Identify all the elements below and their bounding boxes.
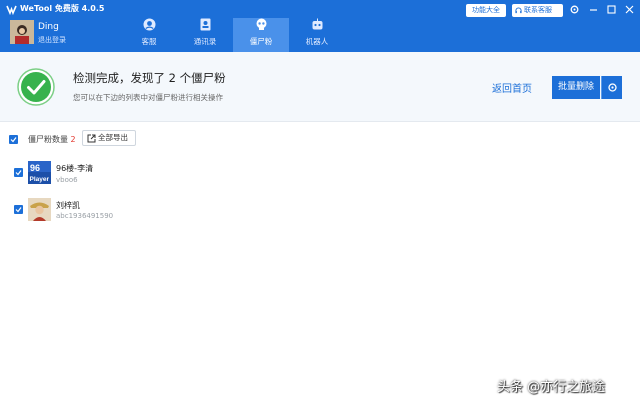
logout-link[interactable]: 退出登录 xyxy=(38,35,66,45)
zombie-count-label: 僵尸粉数量 2 xyxy=(28,134,76,145)
settings-gear-icon xyxy=(608,83,617,92)
features-button[interactable]: 功能大全 xyxy=(466,4,506,17)
contact-service-label: 联系客服 xyxy=(524,6,552,14)
row-checkbox[interactable] xyxy=(14,168,23,177)
checkmark-icon xyxy=(15,207,22,213)
tab-label: 僵尸粉 xyxy=(249,37,273,46)
result-title: 检测完成，发现了 2 个僵尸粉 xyxy=(73,71,226,85)
contact-id: abc1936491590 xyxy=(56,212,114,220)
svg-text:Player: Player xyxy=(30,176,50,183)
contact-service-button[interactable]: 联系客服 xyxy=(512,4,563,17)
tab-customer-service[interactable]: 客服 xyxy=(121,18,177,52)
player-logo-avatar: 96 Player xyxy=(28,161,51,184)
title-bar: WeTool 免费版 4.0.5 功能大全 联系客服 xyxy=(0,0,640,18)
contact-id: vboo6 xyxy=(56,176,78,184)
contact-name: 96楼-李清 xyxy=(56,164,94,173)
svg-text:96: 96 xyxy=(30,163,40,173)
tab-contacts[interactable]: 通讯录 xyxy=(177,18,233,52)
count-label-text: 僵尸粉数量 xyxy=(28,135,68,144)
back-home-link[interactable]: 返回首页 xyxy=(492,80,532,95)
export-all-button[interactable]: 全部导出 xyxy=(82,130,136,146)
batch-delete-settings-button[interactable] xyxy=(601,76,622,99)
tab-label: 机器人 xyxy=(305,37,329,46)
skull-icon xyxy=(256,18,267,30)
app-logo-icon xyxy=(6,5,17,15)
minimize-icon[interactable] xyxy=(588,4,599,15)
export-all-label: 全部导出 xyxy=(98,133,128,142)
result-subtitle: 您可以在下边的列表中对僵尸粉进行相关操作 xyxy=(73,93,223,102)
robot-icon xyxy=(312,18,323,30)
close-icon[interactable] xyxy=(624,4,635,15)
headset-icon xyxy=(515,7,522,13)
contact-avatar xyxy=(28,198,51,221)
tab-zombie-fans[interactable]: 僵尸粉 xyxy=(233,18,289,52)
row-checkbox[interactable] xyxy=(14,205,23,214)
checkmark-icon xyxy=(10,137,17,143)
photo-avatar xyxy=(28,198,51,221)
app-header: WeTool 免费版 4.0.5 功能大全 联系客服 Ding 退出登录 客服 … xyxy=(0,0,640,52)
export-icon xyxy=(87,134,96,143)
user-name: Ding xyxy=(38,22,59,32)
batch-delete-button[interactable]: 批量删除 xyxy=(552,76,600,99)
watermark-text: 头条 @亦行之旅途 xyxy=(497,380,606,395)
tab-label: 客服 xyxy=(141,37,157,46)
tab-robot[interactable]: 机器人 xyxy=(289,18,345,52)
customer-service-icon xyxy=(143,18,156,31)
tab-label: 通讯录 xyxy=(193,37,217,46)
maximize-icon[interactable] xyxy=(606,4,617,15)
zombie-count-value: 2 xyxy=(70,135,76,144)
select-all-checkbox[interactable] xyxy=(9,135,18,144)
contacts-book-icon xyxy=(200,18,211,31)
contact-name: 刘梓凯 xyxy=(56,201,80,210)
user-avatar-image xyxy=(10,20,34,44)
contact-avatar: 96 Player xyxy=(28,161,51,184)
success-check-icon xyxy=(17,68,55,106)
checkmark-icon xyxy=(15,170,22,176)
settings-gear-icon[interactable] xyxy=(569,4,580,15)
user-avatar[interactable] xyxy=(10,20,34,44)
result-banner: 检测完成，发现了 2 个僵尸粉 您可以在下边的列表中对僵尸粉进行相关操作 返回首… xyxy=(0,52,640,122)
app-title: WeTool 免费版 4.0.5 xyxy=(20,4,105,13)
